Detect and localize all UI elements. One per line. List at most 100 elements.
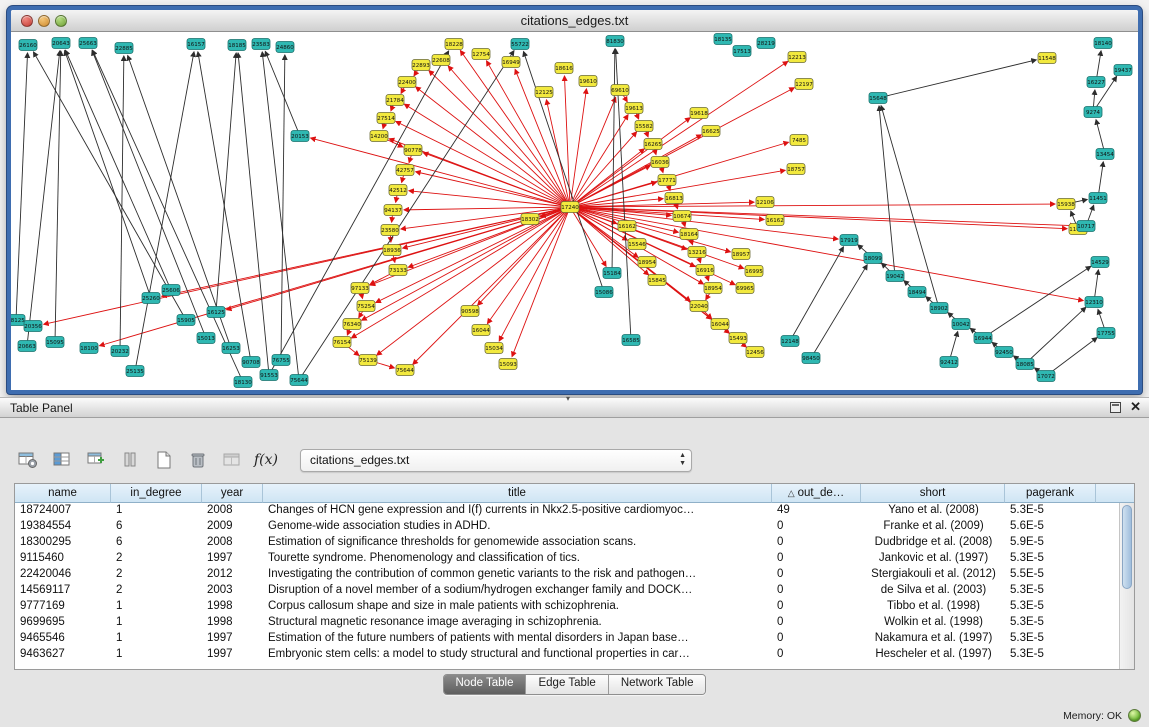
cell-in_degree[interactable]: 1 [111,599,202,615]
graph-node[interactable]: 18757 [787,164,805,175]
graph-node[interactable]: 18099 [864,253,882,264]
cell-in_degree[interactable]: 6 [111,519,202,535]
graph-node[interactable]: 19610 [579,76,597,87]
graph-node[interactable]: 18954 [638,257,656,268]
graph-node[interactable]: 9274 [1084,107,1102,118]
graph-node[interactable]: 16265 [644,139,662,150]
graph-node[interactable]: 22040 [690,301,708,312]
cell-year[interactable]: 1998 [202,615,263,631]
graph-node[interactable]: 17919 [840,235,858,246]
graph-node[interactable]: 25260 [142,293,160,304]
table-row[interactable]: 946554611997Estimation of the future num… [15,631,1119,647]
graph-node[interactable]: 18100 [80,343,98,354]
cell-in_degree[interactable]: 1 [111,615,202,631]
cell-pagerank[interactable]: 5.9E-5 [1005,535,1096,551]
cell-out_degree[interactable]: 0 [772,583,861,599]
cell-title[interactable]: Disruption of a novel member of a sodium… [263,583,772,599]
graph-node[interactable]: 75644 [396,365,414,376]
graph-node[interactable]: 20356 [24,321,42,332]
graph-node[interactable]: 18130 [234,377,252,388]
tab-edge-table[interactable]: Edge Table [526,675,608,694]
graph-node[interactable]: 15493 [729,333,747,344]
cell-pagerank[interactable]: 5.5E-5 [1005,567,1096,583]
cell-out_degree[interactable]: 49 [772,503,861,519]
cell-out_degree[interactable]: 0 [772,567,861,583]
graph-node[interactable]: 14200 [370,131,388,142]
graph-node[interactable]: 17771 [658,175,676,186]
show-columns-button[interactable] [48,447,76,473]
graph-node[interactable]: 16625 [702,126,720,137]
table-row[interactable]: 2242004622012Investigating the contribut… [15,567,1119,583]
table-row[interactable]: 1872400712008Changes of HCN gene express… [15,503,1119,519]
graph-node[interactable]: 28219 [757,38,775,49]
graph-node[interactable]: 21784 [386,95,404,106]
table-row[interactable]: 946362711997Embryonic stem cells: a mode… [15,647,1119,663]
cell-year[interactable]: 2008 [202,535,263,551]
scrollbar-thumb[interactable] [1122,505,1132,589]
cell-out_degree[interactable]: 0 [772,519,861,535]
graph-node[interactable]: 92412 [940,357,958,368]
graph-node[interactable]: 16044 [472,325,490,336]
column-header-out-degree[interactable]: △ out_de… [772,484,861,503]
graph-node[interactable]: 15184 [603,268,621,279]
graph-node[interactable]: 15582 [635,121,653,132]
graph-node[interactable]: 16995 [745,266,763,277]
cell-name[interactable]: 14569117 [15,583,111,599]
graph-node[interactable]: 18164 [680,229,698,240]
graph-node[interactable]: 97133 [351,283,369,294]
graph-node[interactable]: 22893 [412,60,430,71]
cell-in_degree[interactable]: 1 [111,631,202,647]
graph-node[interactable]: 42512 [389,185,407,196]
cell-name[interactable]: 9465546 [15,631,111,647]
cell-short[interactable]: Wolkin et al. (1998) [861,615,1005,631]
graph-node[interactable]: 76340 [343,319,361,330]
graph-node[interactable]: 18228 [445,39,463,50]
cell-name[interactable]: 22420046 [15,567,111,583]
graph-node[interactable]: 17072 [1037,371,1055,382]
graph-node[interactable]: 18125 [11,315,25,326]
delete-column-button[interactable] [184,447,212,473]
panel-collapse-handle-icon[interactable]: ▾ [566,394,570,403]
graph-node[interactable]: 23580 [381,225,399,236]
network-graph-svg[interactable]: 1724022893224002178427514142009077842757… [11,32,1138,391]
cell-in_degree[interactable]: 2 [111,583,202,599]
graph-node[interactable]: 12213 [788,52,806,63]
graph-node[interactable]: 12754 [472,49,490,60]
cell-pagerank[interactable]: 5.3E-5 [1005,599,1096,615]
column-header-short[interactable]: short [861,484,1005,503]
graph-node[interactable]: 25606 [162,285,180,296]
graph-node[interactable]: 26160 [19,40,37,51]
graph-node[interactable]: 16253 [222,343,240,354]
table-row[interactable]: 1938455462009Genome-wide association stu… [15,519,1119,535]
cell-pagerank[interactable]: 5.3E-5 [1005,551,1096,567]
graph-node[interactable]: 13454 [1096,149,1114,160]
float-panel-icon[interactable] [1110,402,1121,413]
cell-out_degree[interactable]: 0 [772,535,861,551]
cell-year[interactable]: 1997 [202,631,263,647]
cell-year[interactable]: 2012 [202,567,263,583]
cell-short[interactable]: Stergiakouli et al. (2012) [861,567,1005,583]
graph-node[interactable]: 16916 [696,265,714,276]
cell-pagerank[interactable]: 5.3E-5 [1005,583,1096,599]
graph-node[interactable]: 13216 [688,247,706,258]
cell-short[interactable]: de Silva et al. (2003) [861,583,1005,599]
cell-name[interactable]: 18724007 [15,503,111,519]
cell-pagerank[interactable]: 5.3E-5 [1005,615,1096,631]
cell-short[interactable]: Tibbo et al. (1998) [861,599,1005,615]
cell-year[interactable]: 2008 [202,503,263,519]
graph-node[interactable]: 18936 [383,245,401,256]
change-table-mode-button[interactable] [14,447,42,473]
graph-node[interactable]: 20663 [18,341,36,352]
cell-short[interactable]: Dudbridge et al. (2008) [861,535,1005,551]
graph-node[interactable]: 18135 [714,34,732,45]
graph-node[interactable]: 18957 [732,249,750,260]
graph-node[interactable]: 15938 [1057,199,1075,210]
graph-node[interactable]: 90778 [404,145,422,156]
merge-tables-button[interactable] [116,447,144,473]
cell-out_degree[interactable]: 0 [772,599,861,615]
table-row[interactable]: 911546021997Tourette syndrome. Phenomeno… [15,551,1119,567]
network-canvas[interactable]: 1724022893224002178427514142009077842757… [11,32,1138,391]
cell-name[interactable]: 9699695 [15,615,111,631]
graph-node[interactable]: 15095 [46,337,64,348]
graph-node[interactable]: 14529 [1091,257,1109,268]
